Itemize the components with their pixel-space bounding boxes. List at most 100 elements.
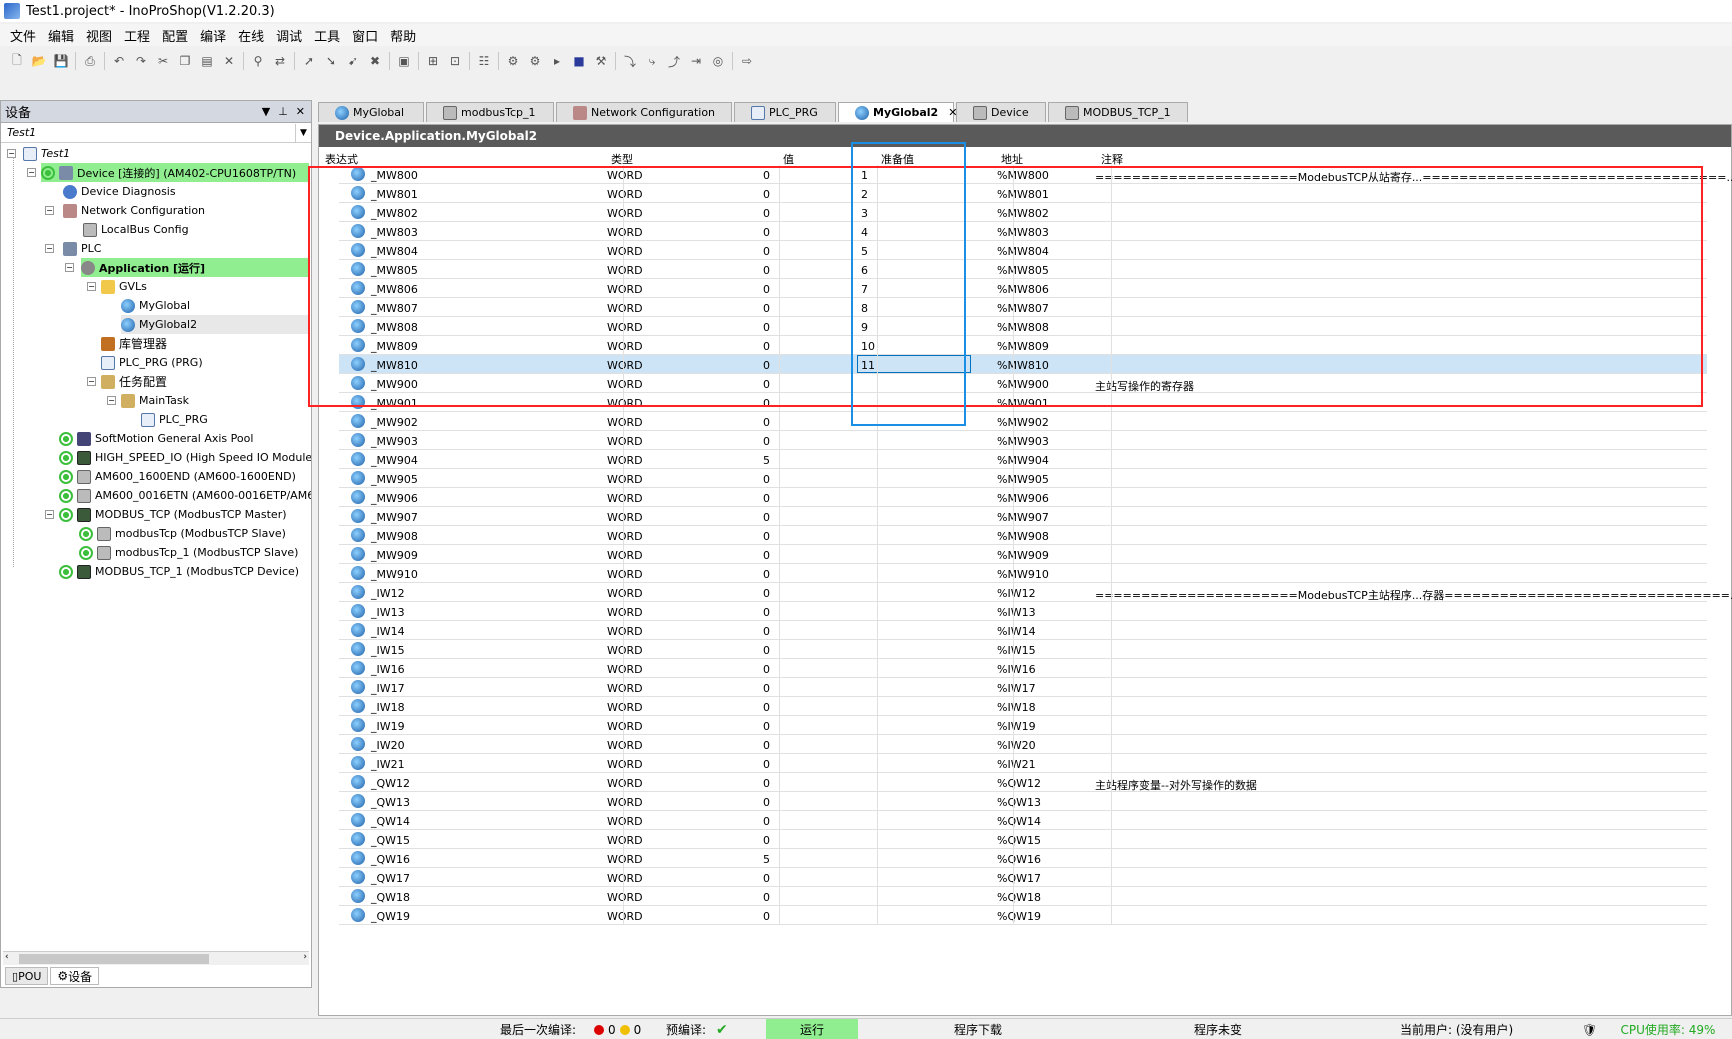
- table-row[interactable]: _IW12 WORD 0 %IW12 ======================Mod…: [339, 583, 1732, 602]
- tree-node-device-diagnosis[interactable]: Device Diagnosis: [63, 182, 176, 201]
- clean-icon[interactable]: ➹: [344, 52, 362, 70]
- set-next-icon[interactable]: ⇥: [687, 52, 705, 70]
- properties-icon[interactable]: ☷: [475, 52, 493, 70]
- start-icon[interactable]: ▸: [548, 52, 566, 70]
- redo-icon[interactable]: ↷: [132, 52, 150, 70]
- table-row[interactable]: _IW17 WORD 0 %IW17: [339, 678, 1707, 697]
- collapse-icon[interactable]: −: [7, 149, 16, 158]
- copy-icon[interactable]: ❐: [176, 52, 194, 70]
- menu-project[interactable]: 工程: [124, 26, 150, 45]
- cut-icon[interactable]: ✂: [154, 52, 172, 70]
- tree-node-gvls[interactable]: GVLs: [101, 277, 147, 296]
- table-row[interactable]: _QW12 WORD 0 %QW12 主站程序变量--对外写操作的数据: [339, 773, 1707, 792]
- tree-node-myglobal2[interactable]: MyGlobal2: [121, 315, 309, 334]
- tree-node-library-manager[interactable]: 库管理器: [101, 334, 167, 353]
- menu-debug[interactable]: 调试: [276, 26, 302, 45]
- add-device-icon[interactable]: ⊞: [424, 52, 442, 70]
- table-row[interactable]: _IW16 WORD 0 %IW16: [339, 659, 1707, 678]
- close-icon[interactable]: ✕: [296, 105, 305, 118]
- tree-node-application[interactable]: Application [运行]: [81, 258, 309, 277]
- table-row[interactable]: _MW902 WORD 0 %MW902: [339, 412, 1707, 431]
- table-row[interactable]: _IW20 WORD 0 %IW20: [339, 735, 1707, 754]
- stop-icon[interactable]: ■: [570, 52, 588, 70]
- pin-icon[interactable]: ⊥: [278, 105, 288, 118]
- tree-node-softmotion[interactable]: SoftMotion General Axis Pool: [59, 429, 253, 448]
- tree-node-myglobal[interactable]: MyGlobal: [121, 296, 190, 315]
- tab-pou[interactable]: ▯ POU: [5, 967, 49, 985]
- step-over-icon[interactable]: ⤵: [621, 52, 639, 70]
- tree-node-plc-prg-call[interactable]: PLC_PRG: [141, 410, 208, 429]
- rebuild-icon[interactable]: ➘: [322, 52, 340, 70]
- table-row[interactable]: _IW14 WORD 0 %IW14: [339, 621, 1707, 640]
- table-row[interactable]: _IW13 WORD 0 %IW13: [339, 602, 1707, 621]
- tree-node-am600-1600end[interactable]: AM600_1600END (AM600-1600END): [59, 467, 296, 486]
- tree-node-modbustcp-slave-1[interactable]: modbusTcp_1 (ModbusTCP Slave): [79, 543, 298, 562]
- undo-icon[interactable]: ↶: [110, 52, 128, 70]
- print-icon[interactable]: ⎙: [81, 52, 99, 70]
- dropdown-icon[interactable]: ▼: [262, 105, 270, 118]
- tab-myglobal2[interactable]: MyGlobal2 ✕: [838, 102, 957, 122]
- menu-config[interactable]: 配置: [162, 26, 188, 45]
- tab-device[interactable]: Device: [956, 102, 1046, 122]
- collapse-icon[interactable]: −: [27, 168, 36, 177]
- tree-node-plc[interactable]: PLC: [63, 239, 101, 258]
- table-row[interactable]: _QW16 WORD 5 %QW16: [339, 849, 1707, 868]
- stop-build-icon[interactable]: ✖: [366, 52, 384, 70]
- tab-plc-prg[interactable]: PLC_PRG: [734, 102, 836, 122]
- scroll-left-icon[interactable]: ‹: [5, 952, 9, 962]
- tree-node-modbus-tcp-1[interactable]: MODBUS_TCP_1 (ModbusTCP Device): [59, 562, 299, 581]
- add-object-icon[interactable]: ⊡: [446, 52, 464, 70]
- collapse-icon[interactable]: −: [87, 282, 96, 291]
- table-row[interactable]: _MW905 WORD 0 %MW905: [339, 469, 1707, 488]
- table-row[interactable]: _QW14 WORD 0 %QW14: [339, 811, 1707, 830]
- tree-node-task-config[interactable]: 任务配置: [101, 372, 167, 391]
- tree-node-localbus[interactable]: LocalBus Config: [83, 220, 189, 239]
- menu-build[interactable]: 编译: [200, 26, 226, 45]
- collapse-icon[interactable]: −: [45, 206, 54, 215]
- tree-node-high-speed-io[interactable]: HIGH_SPEED_IO (High Speed IO Module): [59, 448, 311, 467]
- scrollbar-thumb[interactable]: [19, 954, 209, 964]
- delete-icon[interactable]: ✕: [220, 52, 238, 70]
- tree-node-maintask[interactable]: MainTask: [121, 391, 189, 410]
- table-row[interactable]: _QW19 WORD 0 %QW19: [339, 906, 1707, 925]
- chevron-down-icon[interactable]: ▼: [295, 123, 311, 142]
- logout-icon[interactable]: ⚙: [526, 52, 544, 70]
- table-row[interactable]: _IW18 WORD 0 %IW18: [339, 697, 1707, 716]
- menu-window[interactable]: 窗口: [352, 26, 378, 45]
- table-row[interactable]: _MW909 WORD 0 %MW909: [339, 545, 1707, 564]
- menu-help[interactable]: 帮助: [390, 26, 416, 45]
- tab-modbustcp-1[interactable]: modbusTcp_1: [426, 102, 554, 122]
- tree-node-modbus-tcp[interactable]: MODBUS_TCP (ModbusTCP Master): [59, 505, 287, 524]
- menu-view[interactable]: 视图: [86, 26, 112, 45]
- tab-devices[interactable]: ⚙ 设备: [50, 967, 100, 985]
- table-row[interactable]: _MW906 WORD 0 %MW906: [339, 488, 1707, 507]
- table-row[interactable]: _IW19 WORD 0 %IW19: [339, 716, 1707, 735]
- new-icon[interactable]: 🗋: [8, 52, 26, 70]
- tree-node-test1[interactable]: Test1: [23, 144, 70, 163]
- table-row[interactable]: _QW13 WORD 0 %QW13: [339, 792, 1707, 811]
- menu-tools[interactable]: 工具: [314, 26, 340, 45]
- table-row[interactable]: _MW908 WORD 0 %MW908: [339, 526, 1707, 545]
- tree-node-device[interactable]: Device [连接的] (AM402-CPU1608TP/TN): [41, 163, 309, 182]
- tree-node-am600-0016etn[interactable]: AM600_0016ETN (AM600-0016ETP/AM600-0: [59, 486, 311, 505]
- table-row[interactable]: _IW21 WORD 0 %IW21: [339, 754, 1707, 773]
- collapse-icon[interactable]: −: [107, 396, 116, 405]
- run-to-icon[interactable]: ⇨: [738, 52, 756, 70]
- save-icon[interactable]: 💾: [52, 52, 70, 70]
- collapse-icon[interactable]: −: [65, 263, 74, 272]
- table-row[interactable]: _QW15 WORD 0 %QW15: [339, 830, 1707, 849]
- table-row[interactable]: _IW15 WORD 0 %IW15: [339, 640, 1707, 659]
- reset-icon[interactable]: ⚒: [592, 52, 610, 70]
- breakpoint-icon[interactable]: ◎: [709, 52, 727, 70]
- collapse-icon[interactable]: −: [87, 377, 96, 386]
- tree-node-modbustcp-slave[interactable]: modbusTcp (ModbusTCP Slave): [79, 524, 286, 543]
- table-row[interactable]: _MW903 WORD 0 %MW903: [339, 431, 1707, 450]
- tree-node-plc-prg[interactable]: PLC_PRG (PRG): [101, 353, 203, 372]
- tree-node-network-config[interactable]: Network Configuration: [63, 201, 205, 220]
- collapse-icon[interactable]: −: [45, 244, 54, 253]
- login-icon[interactable]: ⚙: [504, 52, 522, 70]
- paste-icon[interactable]: ▤: [198, 52, 216, 70]
- menu-online[interactable]: 在线: [238, 26, 264, 45]
- step-into-icon[interactable]: ⤷: [643, 52, 661, 70]
- monitor-icon[interactable]: ▣: [395, 52, 413, 70]
